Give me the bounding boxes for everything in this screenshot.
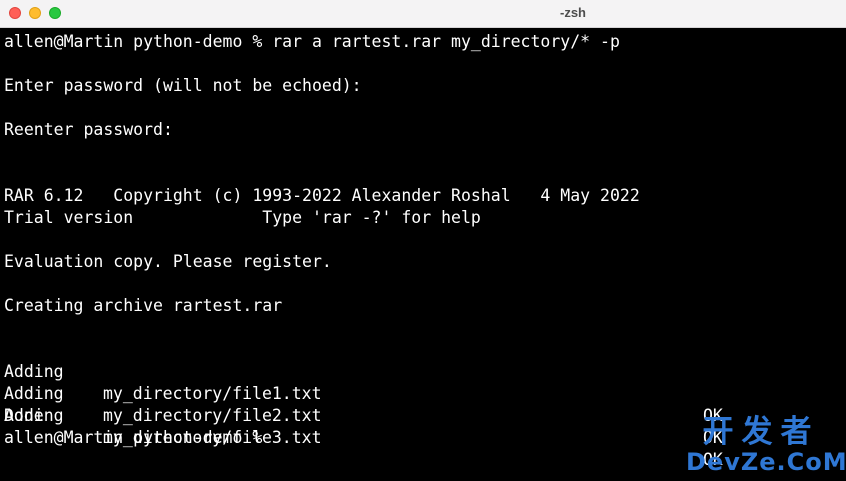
adding-file-row: Adding my_directory/file2.txt OK [4, 361, 846, 447]
adding-label: Adding [4, 406, 64, 425]
title-bar[interactable]: -zsh [0, 0, 846, 28]
adding-file-row: Adding my_directory/file1.txt OK [4, 339, 846, 425]
maximize-button[interactable] [49, 7, 61, 19]
terminal-output[interactable]: allen@Martin python-demo % rar a rartest… [4, 31, 846, 469]
trial-version-line: Trial version Type 'rar -?' for help [4, 208, 481, 227]
close-button[interactable] [9, 7, 21, 19]
reenter-password-prompt: Reenter password: [4, 120, 173, 139]
command-line: allen@Martin python-demo % rar a rartest… [4, 32, 620, 51]
window-title: -zsh [560, 5, 586, 20]
watermark-chinese-text: 开发者 [702, 414, 820, 450]
creating-archive-line: Creating archive rartest.rar [4, 296, 283, 315]
rar-version-line: RAR 6.12 Copyright (c) 1993-2022 Alexand… [4, 186, 640, 205]
minimize-button[interactable] [29, 7, 41, 19]
devze-watermark-logo: 开发者 DevZe.CoM [686, 414, 846, 476]
terminal-window: -zsh allen@Martin python-demo % rar a ra… [0, 0, 846, 481]
evaluation-copy-line: Evaluation copy. Please register. [4, 252, 332, 271]
adding-file-row: Adding my_directory/file3.txt OK [4, 383, 846, 469]
file-path: my_directory/file3.txt [103, 428, 322, 447]
file-path: my_directory/file2.txt [103, 406, 322, 425]
password-prompt: Enter password (will not be echoed): [4, 76, 362, 95]
watermark-english-text: DevZe.CoM [686, 448, 846, 476]
